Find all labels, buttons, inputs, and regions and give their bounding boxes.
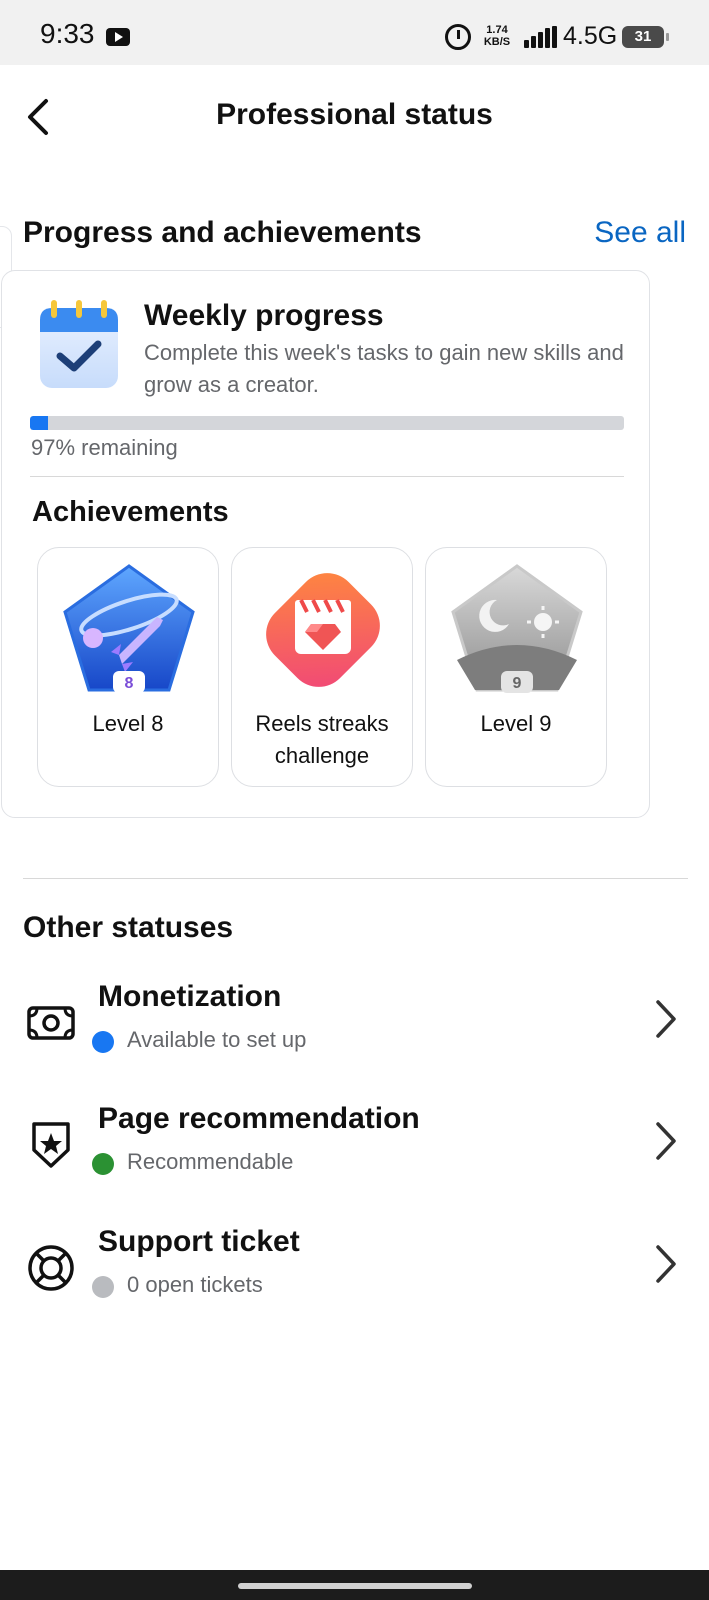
progress-section-title: Progress and achievements xyxy=(23,216,422,249)
alarm-icon xyxy=(445,24,471,50)
system-nav-bar xyxy=(0,1570,709,1600)
section-divider xyxy=(23,878,688,879)
badge-number-8: 8 xyxy=(125,675,134,692)
status-dot xyxy=(92,1153,114,1175)
status-text: Available to set up xyxy=(127,1027,307,1052)
status-title: Page recommendation xyxy=(98,1102,420,1135)
lifebuoy-icon xyxy=(28,1245,74,1291)
badge-number-9: 9 xyxy=(513,675,522,692)
youtube-icon xyxy=(106,28,130,46)
progress-fill xyxy=(30,416,48,430)
top-bar: Professional status xyxy=(0,65,709,170)
calendar-check-icon xyxy=(40,300,118,388)
rocket-badge-icon: 8 xyxy=(63,564,195,693)
achievement-reels-streaks[interactable]: Reels streaks challenge xyxy=(231,547,413,787)
battery-icon: 31 xyxy=(622,26,669,48)
weekly-progress-bar xyxy=(30,416,624,430)
chevron-right-icon xyxy=(656,1245,676,1283)
moon-sun-badge-icon: 9 xyxy=(451,564,583,693)
achievement-level-8[interactable]: 8 Level 8 xyxy=(37,547,219,787)
achievement-label: Level 9 xyxy=(480,711,552,736)
achievement-level-9[interactable]: 9 Level 9 xyxy=(425,547,607,787)
network-speed: 1.74 KB/S xyxy=(480,24,514,48)
home-gesture-handle[interactable] xyxy=(238,1583,472,1589)
see-all-link[interactable]: See all xyxy=(594,216,686,250)
chevron-right-icon xyxy=(656,1122,676,1160)
reels-diamond-badge-icon xyxy=(266,573,380,687)
achievement-label: Reels streaks challenge xyxy=(255,711,389,768)
shield-star-icon xyxy=(32,1122,70,1168)
card-divider xyxy=(30,476,624,477)
speed-value: 1.74 xyxy=(486,24,508,36)
status-dot xyxy=(92,1031,114,1053)
status-row-monetization[interactable]: Monetization Available to set up xyxy=(0,980,709,1090)
status-text: Recommendable xyxy=(127,1149,294,1174)
status-dot xyxy=(92,1276,114,1298)
status-time: 9:33 xyxy=(40,18,95,49)
status-row-support-ticket[interactable]: Support ticket 0 open tickets xyxy=(0,1225,709,1335)
signal-icon xyxy=(524,26,558,48)
progress-remaining: 97% remaining xyxy=(31,435,178,460)
status-title: Support ticket xyxy=(98,1225,300,1258)
achievement-label: Level 8 xyxy=(92,711,164,736)
chevron-right-icon xyxy=(656,1000,676,1038)
progress-card[interactable]: Weekly progress Complete this week's tas… xyxy=(1,270,650,818)
other-statuses-title: Other statuses xyxy=(23,911,234,944)
weekly-progress-description: Complete this week's tasks to gain new s… xyxy=(144,340,624,397)
speed-unit: KB/S xyxy=(483,36,511,48)
status-title: Monetization xyxy=(98,980,282,1013)
status-row-page-recommendation[interactable]: Page recommendation Recommendable xyxy=(0,1102,709,1212)
achievements-title: Achievements xyxy=(32,496,229,528)
money-icon xyxy=(27,1006,75,1040)
weekly-progress-title: Weekly progress xyxy=(144,299,384,332)
status-text: 0 open tickets xyxy=(127,1272,263,1297)
page-title: Professional status xyxy=(216,98,493,131)
status-bar: 9:33 1.74 KB/S 4.5G 31 xyxy=(0,0,709,65)
network-type: 4.5G xyxy=(563,22,618,50)
